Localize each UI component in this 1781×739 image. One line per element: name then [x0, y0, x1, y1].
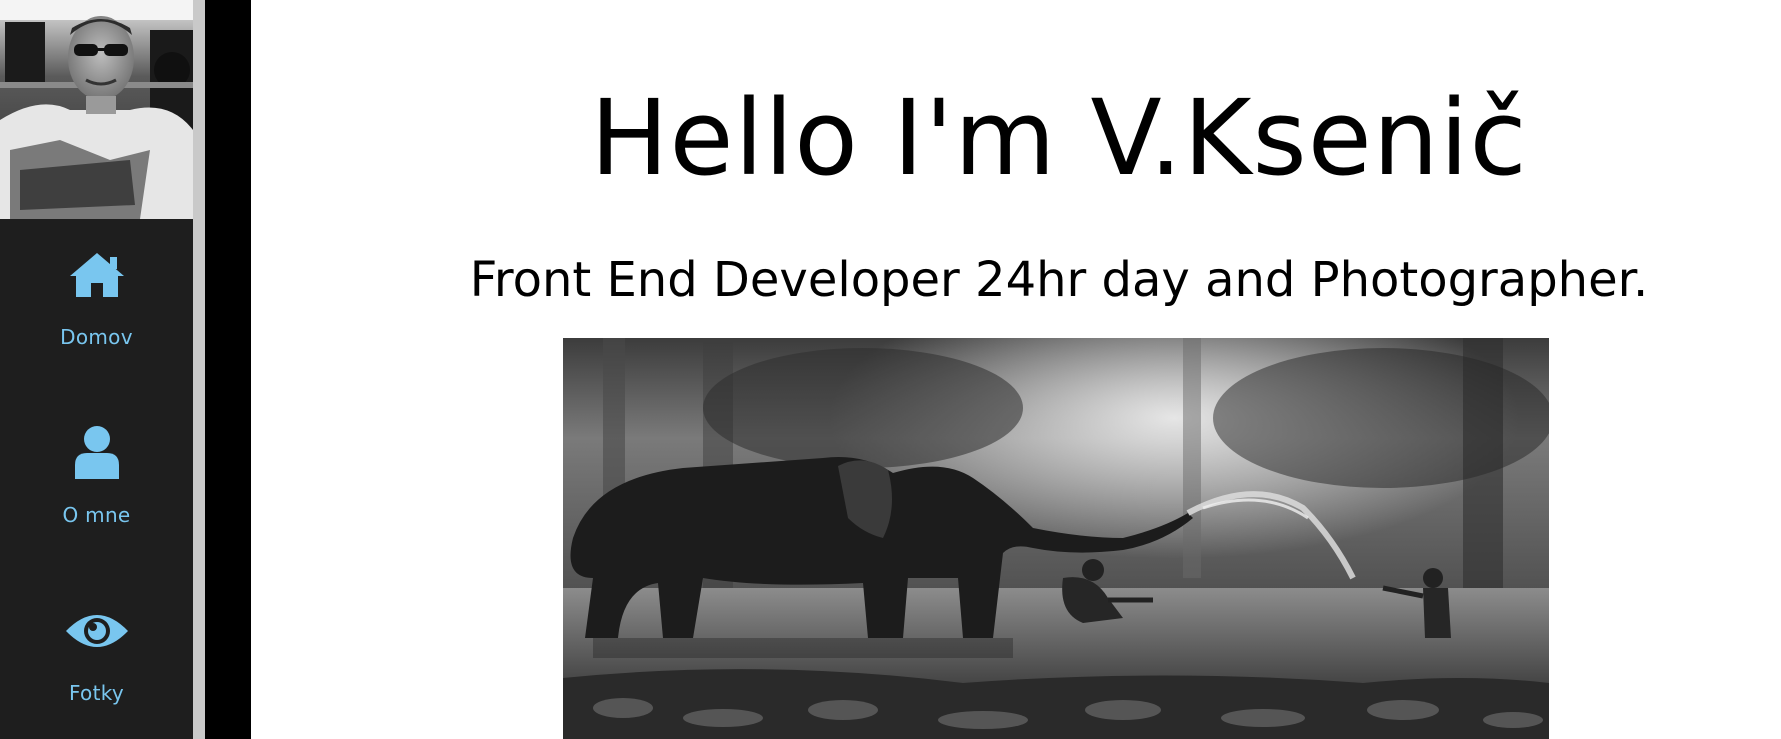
page: Domov O mne Fotky Hello I'm V.Ksenič Fro…	[0, 0, 1781, 739]
sidebar-nav: Domov O mne Fotky	[0, 219, 193, 739]
user-icon	[0, 425, 193, 481]
home-icon	[0, 247, 193, 303]
divider-bar	[205, 0, 251, 739]
avatar	[0, 0, 193, 219]
sidebar-item-label: Fotky	[68, 681, 125, 705]
sidebar: Domov O mne Fotky	[0, 0, 193, 739]
sidebar-item-o-mne[interactable]: O mne	[0, 397, 193, 575]
sidebar-item-domov[interactable]: Domov	[0, 219, 193, 397]
page-subtitle: Front End Developer 24hr day and Photogr…	[469, 252, 1649, 308]
sidebar-item-label: O mne	[62, 503, 131, 527]
sidebar-item-label: Domov	[60, 325, 133, 349]
eye-icon	[0, 603, 193, 659]
page-title: Hello I'm V.Ksenič	[590, 77, 1528, 199]
main-content: Hello I'm V.Ksenič Front End Developer 2…	[251, 0, 1781, 739]
sidebar-border	[193, 0, 205, 739]
hero-photo	[563, 338, 1549, 739]
sidebar-item-fotky[interactable]: Fotky	[0, 575, 193, 739]
